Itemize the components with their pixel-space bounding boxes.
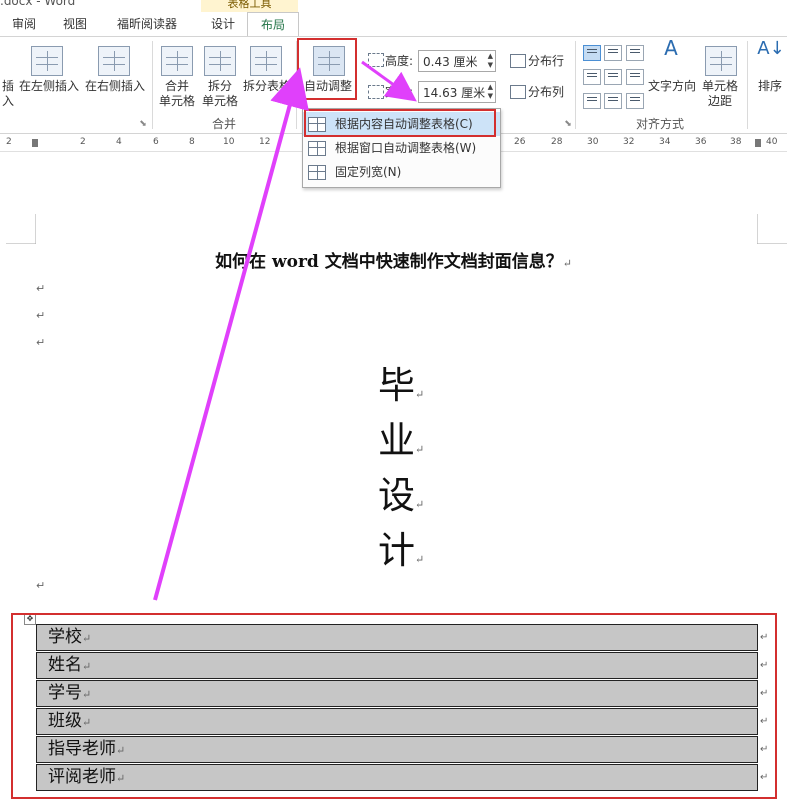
annotation-arrows bbox=[153, 60, 417, 601]
arrow-table-to-autofit bbox=[153, 67, 309, 601]
arrow-autofit-to-menu bbox=[361, 60, 417, 102]
